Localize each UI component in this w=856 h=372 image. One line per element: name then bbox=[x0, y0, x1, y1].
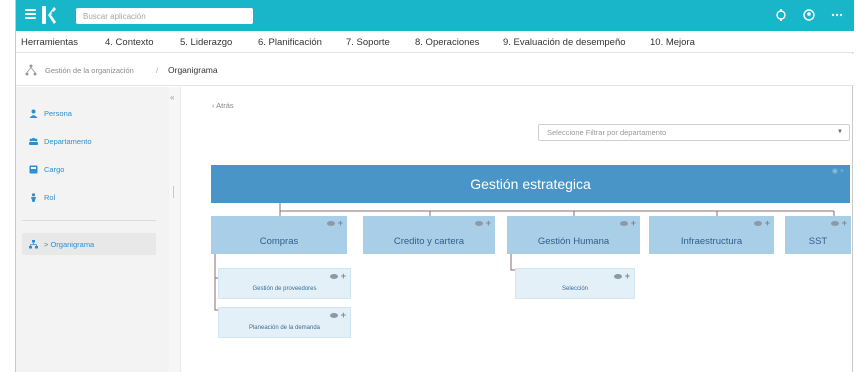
org-chart-icon bbox=[25, 64, 37, 76]
sidebar-item-label: Rol bbox=[44, 193, 56, 202]
hamburger-menu-icon[interactable] bbox=[25, 9, 36, 19]
back-link[interactable]: ‹ Atrás bbox=[212, 101, 234, 110]
sidebar-divider bbox=[22, 220, 156, 221]
user-profile-icon[interactable] bbox=[802, 8, 816, 22]
collapse-sidebar-icon[interactable]: « bbox=[170, 93, 174, 102]
sidebar-gutter bbox=[169, 87, 181, 372]
chevron-down-icon: ▼ bbox=[837, 129, 843, 135]
filter-placeholder: Seleccione Filtrar por departamento bbox=[547, 128, 667, 137]
sidebar-item-departamento[interactable]: Departamento bbox=[29, 137, 92, 146]
org-node-label: Infraestructura bbox=[680, 236, 743, 247]
org-node-gestion-proveedores[interactable]: + Gestión de proveedores bbox=[218, 268, 351, 299]
org-node-label: Planeación de la demanda bbox=[248, 325, 321, 331]
org-node-planeacion-demanda[interactable]: + Planeación de la demanda bbox=[218, 307, 351, 338]
add-icon[interactable]: + bbox=[341, 272, 346, 281]
nav-herramientas[interactable]: Herramientas bbox=[21, 37, 78, 48]
org-node-label: Credito y cartera bbox=[393, 236, 465, 247]
eye-icon[interactable] bbox=[329, 313, 338, 318]
eye-icon[interactable] bbox=[830, 221, 839, 226]
sidebar-item-organigrama[interactable]: > Organigrama bbox=[29, 240, 94, 249]
add-icon[interactable]: + bbox=[625, 272, 630, 281]
app-window: Herramientas 4. Contexto 5. Liderazgo 6.… bbox=[15, 0, 854, 372]
app-logo[interactable] bbox=[41, 5, 57, 25]
sidebar-item-persona[interactable]: Persona bbox=[29, 109, 72, 118]
org-node-label: Gestión de proveedores bbox=[252, 286, 317, 292]
breadcrumb-parent-link[interactable]: Gestión de la organización bbox=[45, 66, 134, 75]
nav-liderazgo[interactable]: 5. Liderazgo bbox=[180, 37, 232, 48]
eye-icon[interactable] bbox=[474, 221, 483, 226]
back-label: Atrás bbox=[216, 101, 234, 110]
sidebar-item-label: Persona bbox=[44, 109, 72, 118]
eye-icon[interactable] bbox=[329, 274, 338, 279]
org-node-label: Selección bbox=[561, 286, 588, 292]
more-options-icon[interactable] bbox=[830, 8, 844, 22]
sidebar-item-label: Departamento bbox=[44, 137, 92, 146]
org-node-root-label: Gestión estrategica bbox=[470, 176, 591, 192]
app-search-input[interactable] bbox=[76, 8, 253, 24]
org-node-root[interactable]: Gestión estrategica ◉ + bbox=[211, 165, 850, 203]
breadcrumb-current: Organigrama bbox=[168, 65, 218, 75]
sidebar-item-cargo[interactable]: Cargo bbox=[29, 165, 64, 174]
nav-soporte[interactable]: 7. Soporte bbox=[346, 37, 390, 48]
eye-icon[interactable] bbox=[326, 221, 335, 226]
org-node-seleccion[interactable]: + Selección bbox=[515, 268, 635, 299]
sidebar: Persona Departamento Cargo Rol > Organig… bbox=[16, 87, 169, 372]
sidebar-item-label: Cargo bbox=[44, 165, 65, 174]
role-icon bbox=[31, 193, 36, 202]
nav-contexto[interactable]: 4. Contexto bbox=[105, 37, 154, 48]
briefcase-icon bbox=[29, 165, 38, 174]
breadcrumb: Gestión de la organización / Organigrama bbox=[16, 54, 854, 86]
org-chart-icon bbox=[29, 240, 38, 249]
nav-evaluacion-desempeno[interactable]: 9. Evaluación de desempeño bbox=[503, 37, 626, 48]
add-icon[interactable]: + bbox=[338, 219, 343, 228]
org-node-credito-cartera[interactable]: + Credito y cartera bbox=[363, 216, 495, 254]
sidebar-item-label: > Organigrama bbox=[44, 240, 95, 249]
support-icon[interactable] bbox=[774, 8, 788, 22]
nav-operaciones[interactable]: 8. Operaciones bbox=[415, 37, 479, 48]
breadcrumb-separator: / bbox=[156, 66, 159, 75]
add-icon[interactable]: + bbox=[341, 311, 346, 320]
org-node-label: Compras bbox=[259, 236, 299, 247]
org-node-label: SST bbox=[808, 236, 828, 247]
org-node-gestion-humana[interactable]: + Gestión Humana bbox=[507, 216, 640, 254]
top-bar bbox=[16, 0, 854, 31]
org-node-infraestructura[interactable]: + Infraestructura bbox=[649, 216, 774, 254]
eye-icon[interactable] bbox=[619, 221, 628, 226]
add-icon[interactable]: + bbox=[842, 219, 847, 228]
department-filter-select[interactable]: Seleccione Filtrar por departamento ▼ bbox=[538, 124, 850, 141]
node-actions-icon[interactable]: ◉ + bbox=[832, 167, 844, 177]
add-icon[interactable]: + bbox=[631, 219, 636, 228]
nav-planificacion[interactable]: 6. Planificación bbox=[258, 37, 322, 48]
org-node-sst[interactable]: + SST bbox=[785, 216, 851, 254]
nav-mejora[interactable]: 10. Mejora bbox=[650, 37, 695, 48]
main-nav: Herramientas 4. Contexto 5. Liderazgo 6.… bbox=[16, 31, 854, 53]
add-icon[interactable]: + bbox=[486, 219, 491, 228]
eye-icon[interactable] bbox=[613, 274, 622, 279]
add-icon[interactable]: + bbox=[765, 219, 770, 228]
eye-icon[interactable] bbox=[753, 221, 762, 226]
sidebar-item-rol[interactable]: Rol bbox=[29, 193, 55, 202]
group-icon bbox=[29, 137, 38, 145]
org-node-compras[interactable]: + Compras bbox=[211, 216, 347, 254]
org-node-label: Gestión Humana bbox=[537, 236, 610, 247]
sidebar-resize-handle[interactable] bbox=[173, 186, 174, 198]
person-icon bbox=[29, 109, 38, 118]
